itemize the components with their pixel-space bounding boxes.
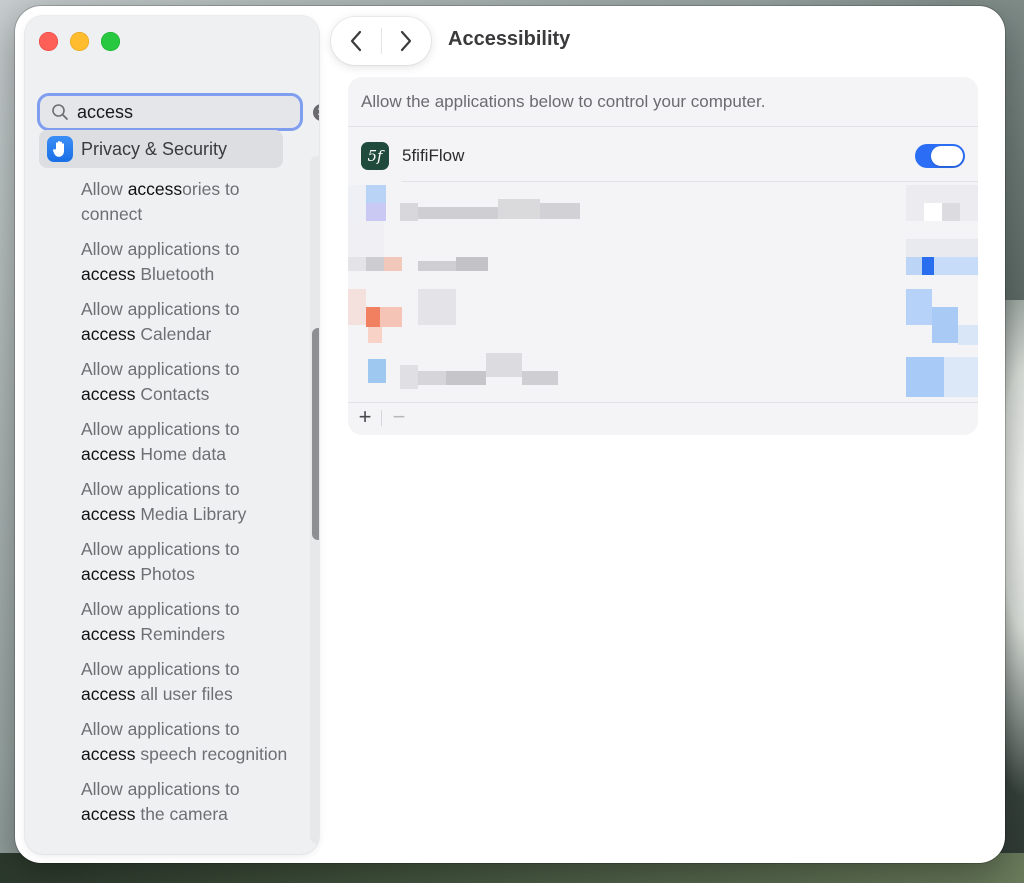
divider bbox=[348, 126, 978, 127]
divider bbox=[348, 402, 978, 403]
search-result-calendar[interactable]: Allow applications to access Calendar bbox=[81, 297, 291, 347]
forward-button[interactable] bbox=[381, 17, 431, 65]
sidebar: ✕ Privacy & Security Allow accessories t… bbox=[25, 16, 319, 854]
search-results: Allow accessories to connect Allow appli… bbox=[81, 177, 291, 837]
panel-description: Allow the applications below to control … bbox=[361, 92, 766, 111]
chevron-left-icon bbox=[350, 30, 361, 52]
sidebar-scrollbar-thumb[interactable] bbox=[312, 328, 319, 540]
search-icon bbox=[52, 104, 68, 120]
navigation-buttons bbox=[331, 17, 431, 65]
search-result-all-user-files[interactable]: Allow applications to access all user fi… bbox=[81, 657, 291, 707]
accessibility-apps-panel: Allow the applications below to control … bbox=[348, 77, 978, 435]
remove-app-button[interactable]: − bbox=[388, 406, 410, 428]
search-input[interactable] bbox=[77, 100, 309, 124]
search-result-media-library[interactable]: Allow applications to access Media Libra… bbox=[81, 477, 291, 527]
settings-window: ✕ Privacy & Security Allow accessories t… bbox=[15, 6, 1005, 863]
toggle-knob bbox=[931, 146, 963, 166]
app-access-toggle[interactable] bbox=[915, 144, 965, 168]
search-result-photos[interactable]: Allow applications to access Photos bbox=[81, 537, 291, 587]
zoom-window-button[interactable] bbox=[101, 32, 120, 51]
search-result-speech-recognition[interactable]: Allow applications to access speech reco… bbox=[81, 717, 291, 767]
add-app-button[interactable]: + bbox=[354, 406, 376, 428]
app-row[interactable]: 5f 5fifiFlow bbox=[361, 139, 965, 173]
back-button[interactable] bbox=[331, 17, 381, 65]
divider bbox=[401, 181, 978, 182]
search-result-accessories[interactable]: Allow accessories to connect bbox=[81, 177, 291, 227]
close-window-button[interactable] bbox=[39, 32, 58, 51]
sidebar-item-privacy-security[interactable]: Privacy & Security bbox=[39, 130, 283, 168]
page-title: Accessibility bbox=[448, 28, 571, 50]
app-icon: 5f bbox=[361, 142, 389, 170]
footer-separator bbox=[381, 410, 382, 426]
minimize-window-button[interactable] bbox=[70, 32, 89, 51]
window-controls bbox=[39, 32, 120, 51]
search-result-camera[interactable]: Allow applications to access the camera bbox=[81, 777, 291, 827]
search-field[interactable]: ✕ bbox=[37, 93, 319, 131]
search-result-bluetooth[interactable]: Allow applications to access Bluetooth bbox=[81, 237, 291, 287]
search-result-reminders[interactable]: Allow applications to access Reminders bbox=[81, 597, 291, 647]
hand-raised-icon bbox=[47, 136, 73, 162]
chevron-right-icon bbox=[401, 30, 412, 52]
redacted-app-rows bbox=[348, 185, 978, 401]
search-result-contacts[interactable]: Allow applications to access Contacts bbox=[81, 357, 291, 407]
sidebar-item-label: Privacy & Security bbox=[81, 138, 228, 159]
search-result-home-data[interactable]: Allow applications to access Home data bbox=[81, 417, 291, 467]
app-name: 5fifiFlow bbox=[402, 146, 465, 165]
clear-search-icon[interactable]: ✕ bbox=[313, 103, 319, 121]
